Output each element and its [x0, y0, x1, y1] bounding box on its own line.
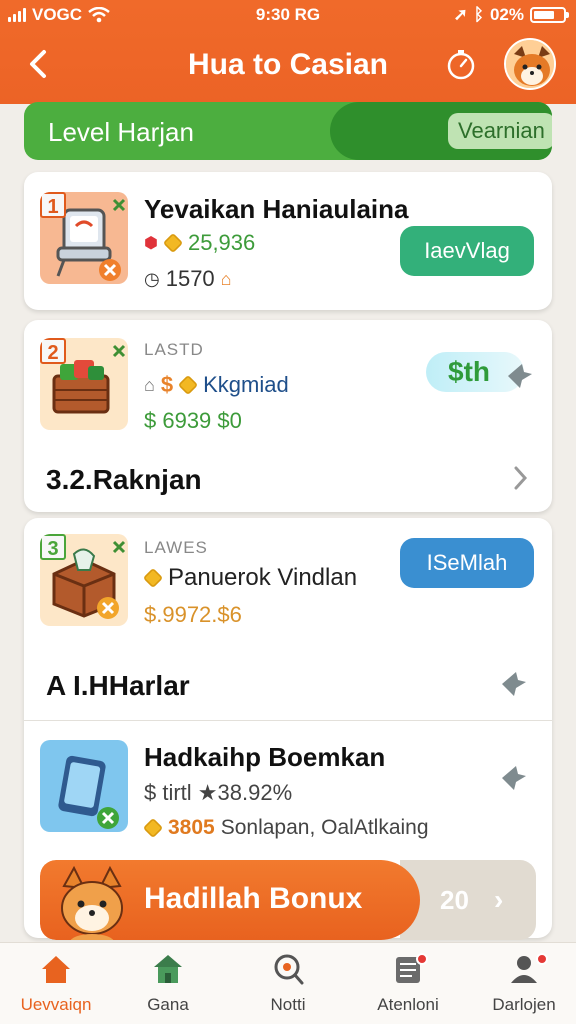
- top-bar: VOGC 9:30 RG ➚ ᛒ 02% Hua to Casian: [0, 0, 576, 104]
- pin-icon[interactable]: [496, 666, 530, 700]
- coin-icon: [142, 567, 164, 589]
- arrow-right-icon[interactable]: ›: [494, 884, 503, 916]
- nav-label: Notti: [270, 995, 306, 1014]
- nav-item-profile[interactable]: Darlojen: [474, 951, 574, 1021]
- coin-icon: [162, 232, 184, 254]
- card-tag: LASTD: [144, 340, 204, 359]
- phone-icon: [58, 755, 119, 829]
- coin-icon: [142, 817, 164, 839]
- card-subtitle-line: Panuerok Vindlan: [142, 564, 358, 592]
- bluetooth-icon: ᛒ: [473, 5, 484, 24]
- card-value-line: ⬢ 25,936: [144, 230, 255, 256]
- page-title: Hua to Casian: [187, 48, 389, 81]
- rank-badge: 2: [40, 338, 66, 364]
- pin-icon[interactable]: [496, 760, 530, 794]
- reward-card-1[interactable]: 1 Yevaikan Haniaulaina ⬢ 25,936 ◷ 1570 ⌂…: [24, 172, 552, 310]
- notification-dot: [536, 953, 548, 965]
- header: Hua to Casian: [0, 30, 576, 102]
- status-bar: VOGC 9:30 RG ➚ ᛒ 02%: [0, 0, 576, 30]
- bonus-label: Hadillah Bonux: [144, 882, 363, 915]
- card-price: $ 6939 $0: [144, 408, 242, 433]
- nav-label: Darlojen: [492, 995, 556, 1014]
- reward-card-2[interactable]: 2 LASTD ⌂ $ Kkgmiad $ 6939 $0 $th 3.2.Ra…: [24, 320, 552, 512]
- nav-item-notes[interactable]: Notti: [238, 951, 338, 1021]
- card-tag: LAWES: [144, 538, 208, 557]
- pin-icon[interactable]: [502, 358, 536, 392]
- card-stats: $ tirtl ★38.92%: [144, 780, 293, 805]
- house-icon: ⌂: [220, 268, 232, 289]
- card-title: Yevaikan Haniaulaina: [144, 194, 409, 224]
- rank-badge: 1: [40, 192, 66, 218]
- section-title: A I.HHarlar: [46, 670, 190, 701]
- gem-icon: ⬢: [144, 235, 158, 252]
- nav-label: Atenloni: [377, 995, 439, 1014]
- dollar-icon: $: [160, 372, 174, 397]
- item-thumbnail: 3: [40, 534, 128, 626]
- card-action-button[interactable]: IaevVlag: [400, 226, 534, 276]
- card-subtitle-line: ⌂ $ Kkgmiad: [144, 372, 289, 398]
- level-bar[interactable]: Level Harjan Vearnian: [24, 102, 552, 160]
- card-info-line: 3805 Sonlapan, OalAtlkaing: [142, 816, 429, 840]
- item-thumbnail: [40, 740, 128, 832]
- bottom-nav: Uevvaiqn Gana Notti Atenloni Darlojen: [0, 942, 576, 1024]
- nav-item-game[interactable]: Gana: [118, 951, 218, 1021]
- nav-item-alerts[interactable]: Atenloni: [358, 951, 458, 1021]
- section-title: 3.2.Raknjan: [46, 464, 202, 495]
- card-subtitle: Panuerok Vindlan: [168, 564, 358, 591]
- timer-icon[interactable]: [444, 48, 478, 82]
- card-count: 1570: [165, 266, 215, 291]
- status-right: ➚ ᛒ 02%: [453, 5, 569, 25]
- item-thumbnail: 1: [40, 192, 128, 284]
- clock-icon: ◷: [144, 268, 160, 289]
- level-pill[interactable]: Vearnian: [448, 113, 552, 149]
- card-description: Sonlapan, OalAtlkaing: [220, 816, 429, 839]
- chevron-right-icon[interactable]: [510, 464, 530, 492]
- store-icon: [154, 955, 182, 983]
- fox-avatar-icon: [506, 40, 554, 88]
- location-icon: ➚: [453, 5, 468, 24]
- card-subtitle: Kkgmiad: [203, 372, 289, 397]
- bank-icon: ⌂: [144, 374, 155, 395]
- card-action-button[interactable]: ISeMlah: [400, 538, 534, 588]
- notification-dot: [416, 953, 428, 965]
- nav-item-home[interactable]: Uevvaiqn: [6, 951, 106, 1021]
- card-value: 3805: [168, 816, 215, 839]
- item-thumbnail: 2: [40, 338, 128, 430]
- coin-icon: [177, 374, 199, 396]
- level-label: Level Harjan: [48, 117, 194, 147]
- home-icon: [42, 956, 70, 983]
- bonus-banner[interactable]: Hadillah Bonux 20 ›: [40, 860, 536, 940]
- card-price: $.9972.$6: [144, 602, 242, 627]
- card-value: 25,936: [187, 230, 256, 255]
- card-count-line: ◷ 1570 ⌂: [144, 266, 232, 292]
- divider: [24, 720, 552, 721]
- card-title: Hadkaihp Boemkan: [144, 742, 386, 772]
- avatar[interactable]: [504, 38, 556, 90]
- battery-percent: 02%: [489, 5, 524, 24]
- bonus-count: 20: [440, 885, 469, 915]
- nav-label: Uevvaiqn: [20, 995, 92, 1014]
- battery-icon: [530, 7, 569, 23]
- rank-badge: 3: [40, 534, 66, 560]
- fox-mascot-icon: [61, 866, 123, 940]
- nav-label: Gana: [147, 995, 189, 1014]
- search-icon: [274, 954, 304, 985]
